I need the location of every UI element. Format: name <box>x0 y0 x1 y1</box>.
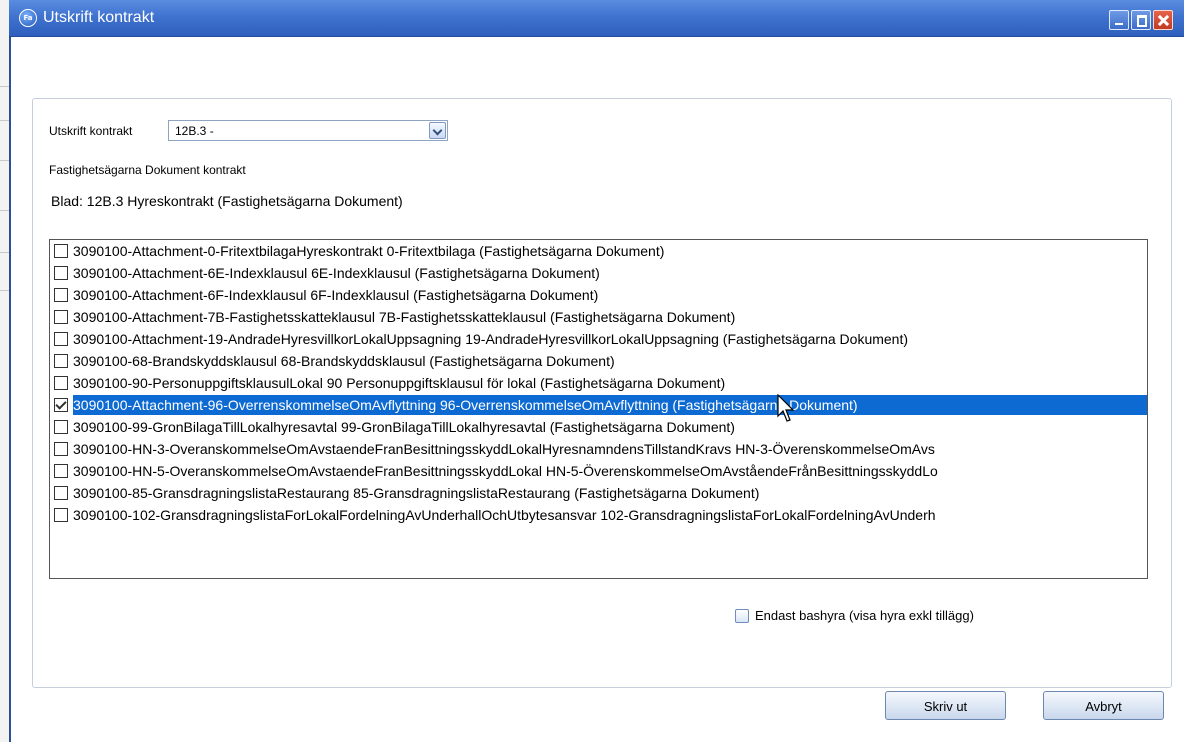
document-checkbox[interactable] <box>54 354 68 368</box>
base-rent-label: Endast bashyra (visa hyra exkl tillägg) <box>755 608 974 623</box>
list-item[interactable]: 3090100-Attachment-6F-Indexklausul 6F-In… <box>50 284 1147 306</box>
document-label: 3090100-90-PersonuppgiftsklausulLokal 90… <box>73 375 726 391</box>
mouse-cursor-icon <box>777 394 795 422</box>
list-item[interactable]: 3090100-68-Brandskyddsklausul 68-Brandsk… <box>50 350 1147 372</box>
list-item[interactable]: 3090100-Attachment-7B-Fastighetsskattekl… <box>50 306 1147 328</box>
list-item[interactable]: 3090100-99-GronBilagaTillLokalhyresavtal… <box>50 416 1147 438</box>
close-button[interactable] <box>1153 10 1173 30</box>
document-label: 3090100-HN-3-OveranskommelseOmAvstaendeF… <box>73 441 935 457</box>
minimize-button[interactable] <box>1109 10 1129 30</box>
list-item[interactable]: 3090100-Attachment-6E-Indexklausul 6E-In… <box>50 262 1147 284</box>
maximize-button[interactable] <box>1131 10 1151 30</box>
document-label: 3090100-85-GransdragningslistaRestaurang… <box>73 485 760 501</box>
document-label: 3090100-68-Brandskyddsklausul 68-Brandsk… <box>73 353 615 369</box>
sheet-label: Blad: 12B.3 Hyreskontrakt (Fastighetsäga… <box>51 193 403 209</box>
document-checkbox[interactable] <box>54 310 68 324</box>
document-checkbox[interactable] <box>54 464 68 478</box>
title-bar[interactable]: Fa Utskrift kontrakt <box>9 0 1184 37</box>
contract-select-value: 12B.3 - <box>175 124 214 138</box>
document-checkbox[interactable] <box>54 244 68 258</box>
contract-select[interactable]: 12B.3 - <box>168 120 448 141</box>
document-label: 3090100-99-GronBilagaTillLokalhyresavtal… <box>73 419 735 435</box>
document-label: 3090100-102-GransdragningslistaForLokalF… <box>73 507 936 523</box>
print-contract-dialog: Fa Utskrift kontrakt Utskrift kontrakt 1… <box>9 0 1184 742</box>
document-label: 3090100-HN-5-OveranskommelseOmAvstaendeF… <box>73 463 938 479</box>
document-checkbox[interactable] <box>54 288 68 302</box>
print-button[interactable]: Skriv ut <box>885 691 1006 720</box>
document-checkbox[interactable] <box>54 332 68 346</box>
app-logo-icon: Fa <box>19 9 37 27</box>
contract-panel: Utskrift kontrakt 12B.3 - Fastighetsägar… <box>32 98 1172 688</box>
list-item[interactable]: 3090100-HN-3-OveranskommelseOmAvstaendeF… <box>50 438 1147 460</box>
document-label: 3090100-Attachment-6F-Indexklausul 6F-In… <box>73 287 599 303</box>
document-checkbox[interactable] <box>54 266 68 280</box>
list-item[interactable]: 3090100-Attachment-19-AndradeHyresvillko… <box>50 328 1147 350</box>
list-item[interactable]: 3090100-85-GransdragningslistaRestaurang… <box>50 482 1147 504</box>
document-list[interactable]: 3090100-Attachment-0-FritextbilagaHyresk… <box>49 239 1148 579</box>
base-rent-checkbox[interactable] <box>735 609 749 623</box>
chevron-down-icon[interactable] <box>429 122 446 139</box>
document-checkbox[interactable] <box>54 398 68 412</box>
document-checkbox[interactable] <box>54 508 68 522</box>
list-item[interactable]: 3090100-90-PersonuppgiftsklausulLokal 90… <box>50 372 1147 394</box>
document-checkbox[interactable] <box>54 442 68 456</box>
document-label: 3090100-Attachment-0-FritextbilagaHyresk… <box>73 243 665 259</box>
list-item[interactable]: 3090100-HN-5-OveranskommelseOmAvstaendeF… <box>50 460 1147 482</box>
list-item[interactable]: 3090100-Attachment-0-FritextbilagaHyresk… <box>50 240 1147 262</box>
document-checkbox[interactable] <box>54 486 68 500</box>
cancel-button[interactable]: Avbryt <box>1043 691 1164 720</box>
document-checkbox[interactable] <box>54 420 68 434</box>
window-title: Utskrift kontrakt <box>43 9 155 26</box>
section-label: Fastighetsägarna Dokument kontrakt <box>49 163 246 177</box>
list-item[interactable]: 3090100-102-GransdragningslistaForLokalF… <box>50 504 1147 526</box>
document-label: 3090100-Attachment-96-OverrenskommelseOm… <box>73 395 1147 415</box>
document-label: 3090100-Attachment-7B-Fastighetsskattekl… <box>73 309 736 325</box>
contract-select-label: Utskrift kontrakt <box>49 124 133 138</box>
list-item[interactable]: 3090100-Attachment-96-OverrenskommelseOm… <box>50 394 1147 416</box>
document-label: 3090100-Attachment-19-AndradeHyresvillko… <box>73 331 909 347</box>
document-label: 3090100-Attachment-6E-Indexklausul 6E-In… <box>73 265 600 281</box>
document-checkbox[interactable] <box>54 376 68 390</box>
